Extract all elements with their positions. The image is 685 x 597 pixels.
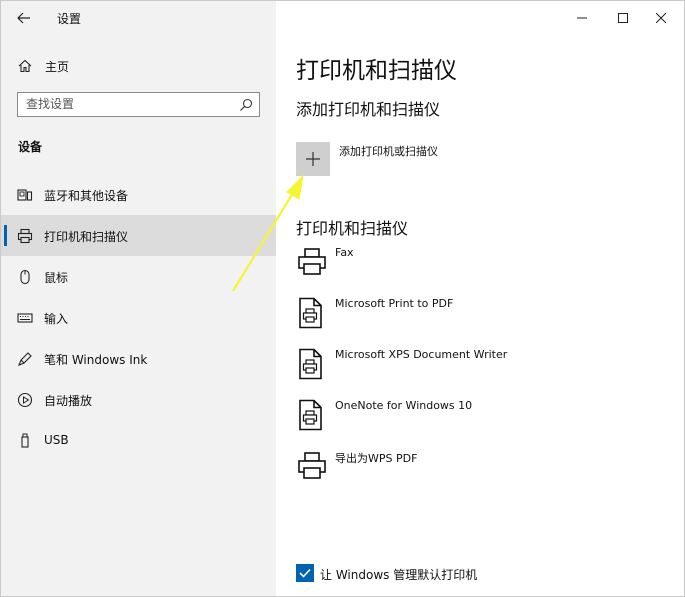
- pen-icon: [18, 352, 32, 366]
- printer-list-title: 打印机和扫描仪: [296, 219, 409, 238]
- sidebar-item-autoplay[interactable]: 自动播放: [1, 379, 276, 420]
- search-input[interactable]: [18, 93, 226, 115]
- close-icon: [656, 13, 666, 23]
- main-content: 打印机和扫描仪 添加打印机和扫描仪 添加打印机或扫描仪 打印机和扫描仪 Fax: [276, 1, 684, 596]
- add-printer-label[interactable]: 添加打印机或扫描仪: [339, 143, 438, 159]
- document-printer-icon: [299, 297, 322, 329]
- printer-name: Microsoft Print to PDF: [335, 297, 454, 310]
- printer-item-xps-writer[interactable]: Microsoft XPS Document Writer: [296, 348, 676, 392]
- search-box: [17, 92, 260, 117]
- settings-window: 设置 主页 设备 蓝牙和其他设备: [0, 0, 685, 597]
- keyboard-icon: [17, 313, 33, 323]
- add-printer-button[interactable]: [296, 142, 330, 176]
- sidebar-item-usb[interactable]: USB: [1, 420, 276, 461]
- printer-name: 导出为WPS PDF: [335, 452, 418, 465]
- page-title: 打印机和扫描仪: [296, 58, 457, 84]
- default-printer-label: 让 Windows 管理默认打印机: [320, 568, 478, 582]
- printer-item-wps-pdf[interactable]: 导出为WPS PDF: [296, 450, 676, 494]
- mouse-icon: [20, 269, 30, 285]
- bluetooth-device-icon: [17, 189, 33, 201]
- sidebar-item-label: 蓝牙和其他设备: [44, 189, 129, 203]
- usb-icon: [21, 433, 29, 448]
- autoplay-icon: [17, 392, 33, 408]
- close-button[interactable]: [643, 6, 679, 30]
- default-printer-checkbox[interactable]: [296, 564, 314, 582]
- sidebar-item-label: 笔和 Windows Ink: [44, 353, 148, 367]
- sidebar-item-label: 主页: [45, 60, 70, 74]
- printer-item-fax[interactable]: Fax: [296, 246, 676, 290]
- printer-item-print-to-pdf[interactable]: Microsoft Print to PDF: [296, 297, 676, 341]
- sidebar-item-label: 自动播放: [44, 394, 93, 408]
- sidebar-item-mouse[interactable]: 鼠标: [1, 256, 276, 297]
- add-section-title: 添加打印机和扫描仪: [296, 100, 441, 119]
- search-icon[interactable]: [239, 98, 253, 112]
- back-button[interactable]: [11, 7, 37, 29]
- sidebar-item-label: 打印机和扫描仪: [44, 230, 129, 244]
- sidebar: 设置 主页 设备 蓝牙和其他设备: [1, 1, 276, 596]
- titlebar: 设置: [1, 1, 276, 34]
- plus-icon: [306, 152, 320, 166]
- sidebar-item-label: USB: [44, 433, 69, 447]
- maximize-button[interactable]: [605, 6, 641, 30]
- section-title: 设备: [18, 140, 43, 154]
- app-title: 设置: [57, 12, 82, 26]
- active-indicator: [4, 225, 7, 246]
- minimize-icon: [577, 17, 587, 19]
- maximize-icon: [618, 13, 628, 23]
- sidebar-item-printers[interactable]: 打印机和扫描仪: [1, 215, 276, 256]
- document-printer-icon: [299, 348, 322, 380]
- sidebar-item-typing[interactable]: 输入: [1, 297, 276, 338]
- home-icon: [18, 59, 32, 73]
- printer-item-onenote[interactable]: OneNote for Windows 10: [296, 399, 676, 443]
- document-printer-icon: [299, 399, 322, 431]
- back-arrow-icon: [17, 12, 30, 24]
- printer-icon: [17, 228, 33, 244]
- printer-name: Fax: [335, 246, 354, 259]
- sidebar-item-pen[interactable]: 笔和 Windows Ink: [1, 338, 276, 379]
- sidebar-item-label: 输入: [44, 312, 69, 326]
- fax-printer-icon: [298, 248, 326, 275]
- sidebar-item-home[interactable]: 主页: [1, 49, 276, 83]
- printer-icon: [298, 452, 326, 479]
- sidebar-item-bluetooth[interactable]: 蓝牙和其他设备: [1, 174, 276, 215]
- printer-name: OneNote for Windows 10: [335, 399, 473, 412]
- checkmark-icon: [299, 568, 311, 578]
- sidebar-item-label: 鼠标: [44, 271, 69, 285]
- printer-name: Microsoft XPS Document Writer: [335, 348, 508, 361]
- minimize-button[interactable]: [564, 6, 600, 30]
